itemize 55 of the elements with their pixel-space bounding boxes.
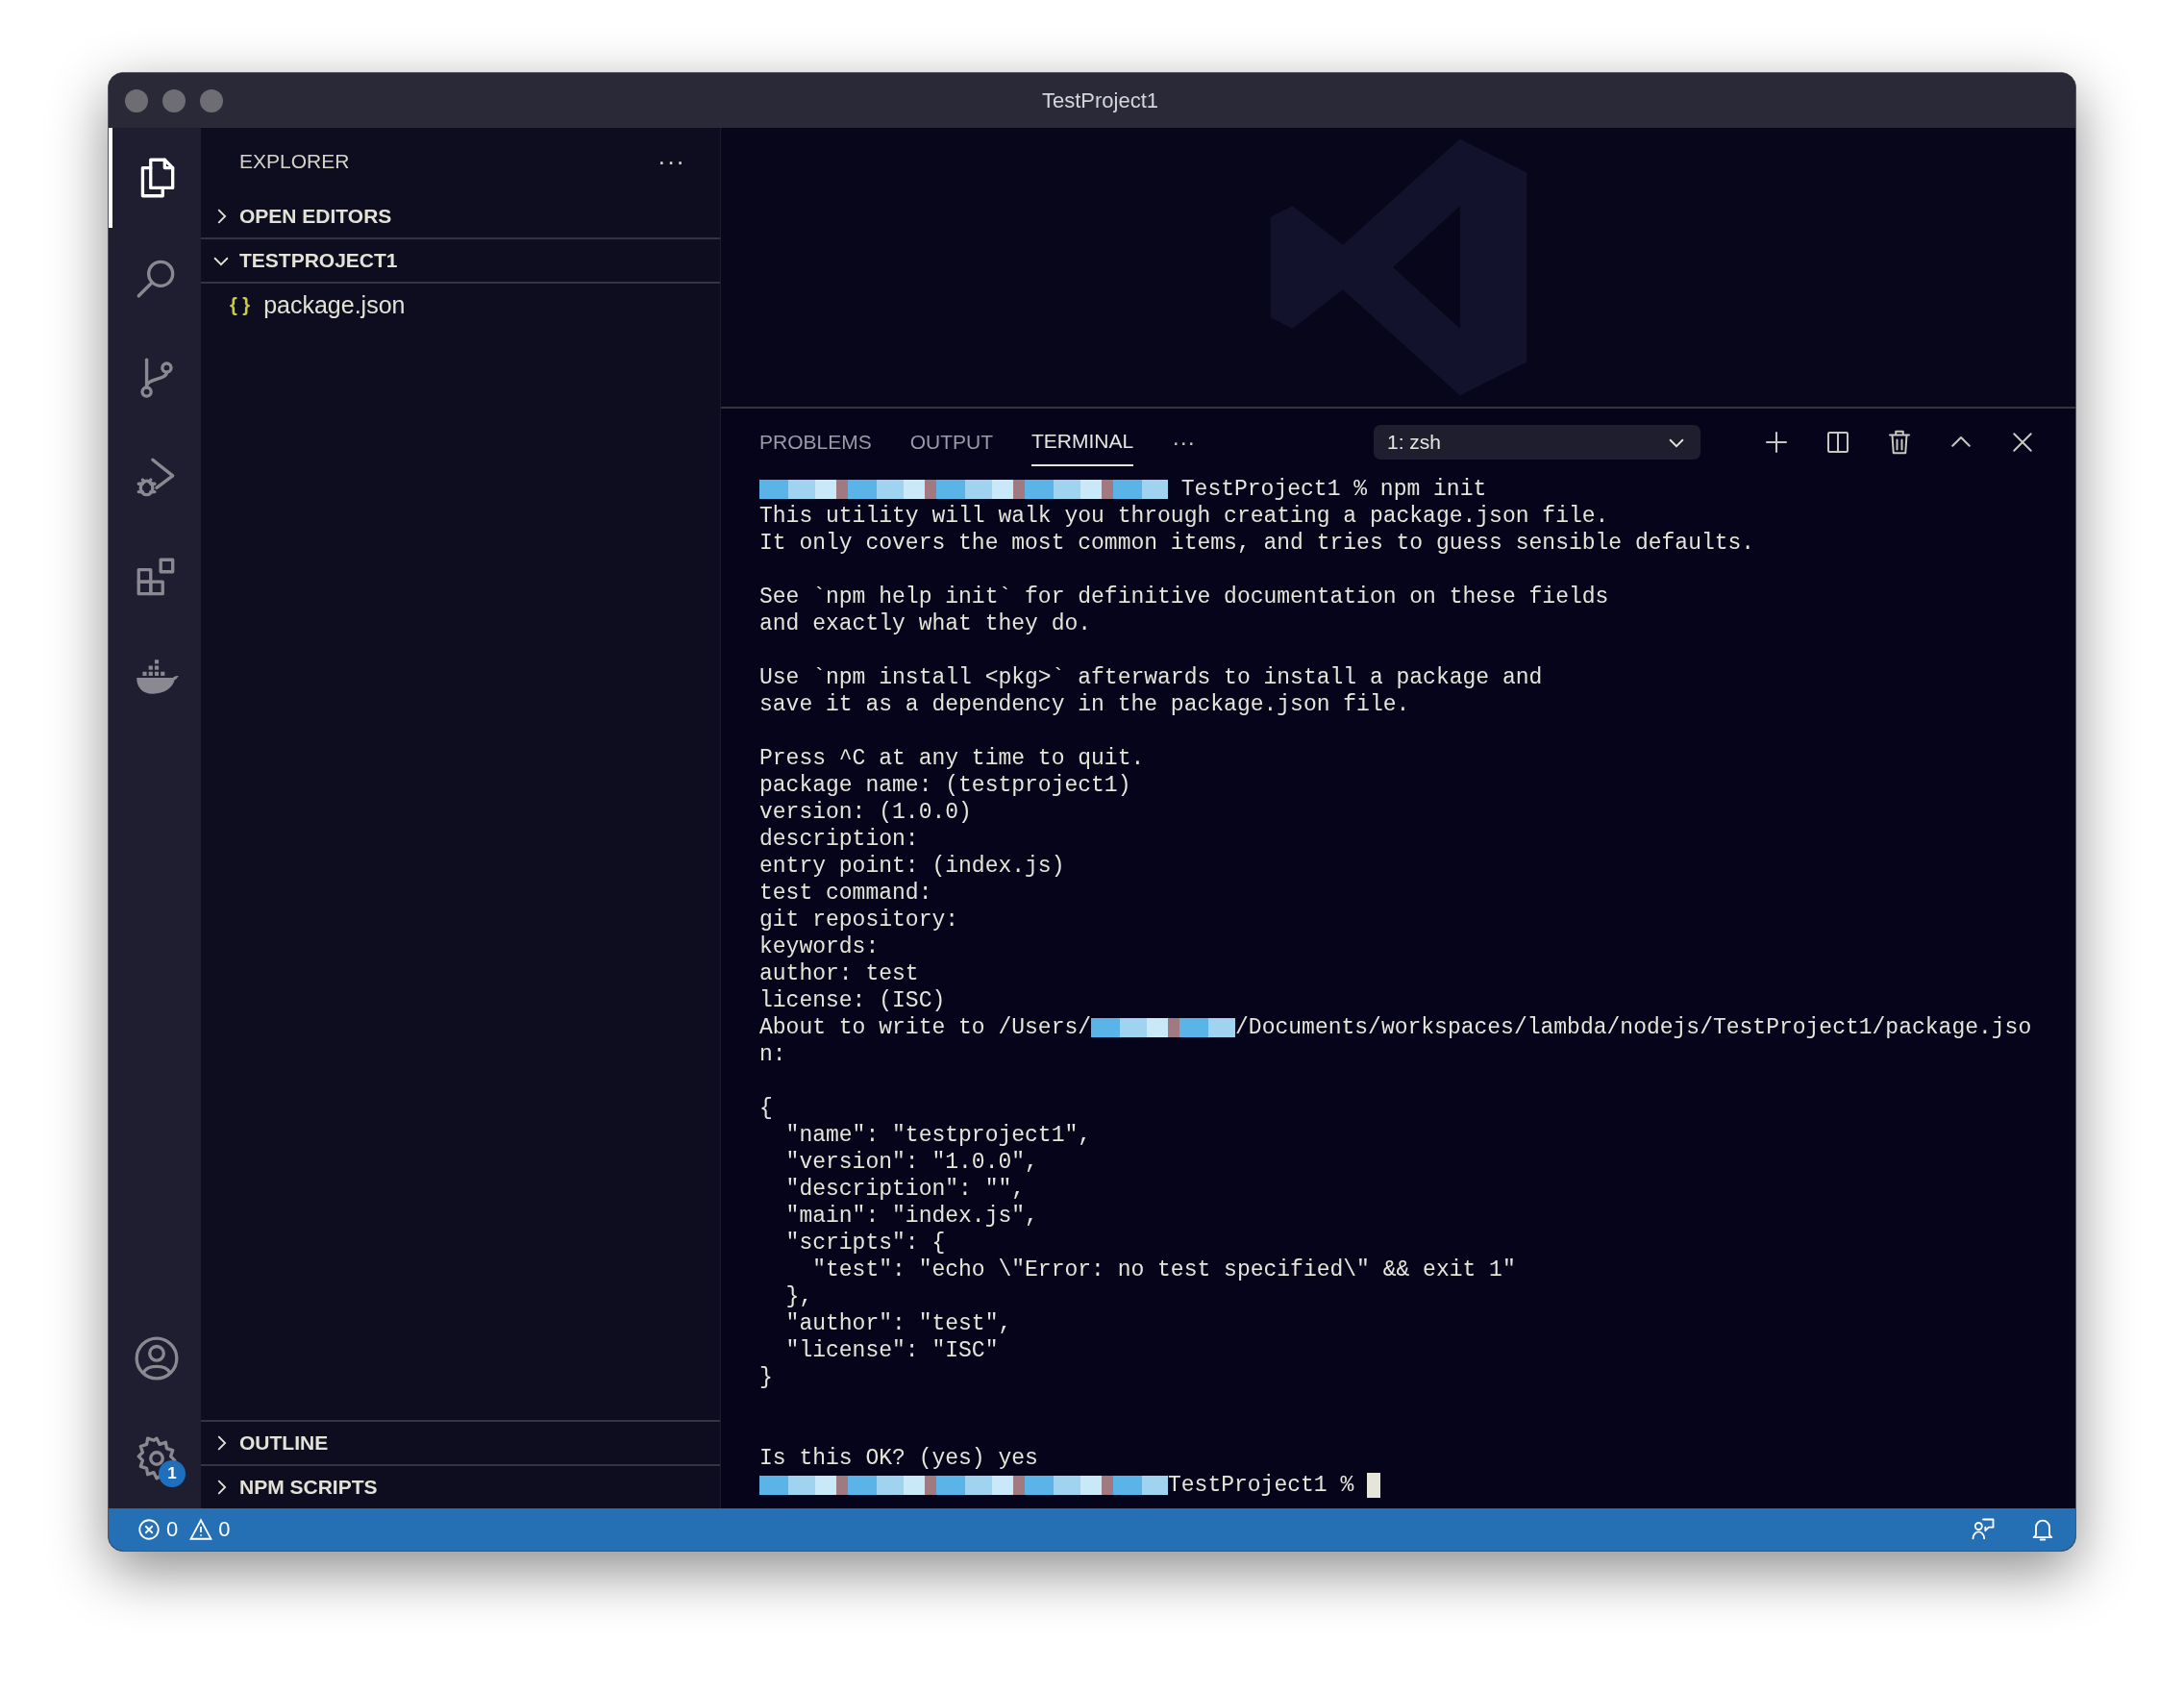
terminal-text: "version": "1.0.0", [784, 1149, 1038, 1176]
terminal-text: About to write to /Users/ [759, 1014, 1092, 1041]
terminal-text: Is this OK? (yes) yes [759, 1445, 1038, 1472]
terminal-cursor [1367, 1473, 1381, 1498]
terminal-text: "scripts": { [784, 1230, 946, 1257]
terminal-text: Use `npm install <pkg>` afterwards to install a package and [759, 664, 1543, 691]
terminal-text: and exactly what they do. [759, 610, 1092, 637]
section-header[interactable]: OUTLINE [201, 1420, 720, 1464]
terminal-text: See `npm help init` for definitive documentation on these fields [759, 584, 1609, 610]
terminal-text: keywords: [759, 933, 880, 960]
terminal-text: package name: (testproject1) [759, 772, 1131, 799]
file-item[interactable]: package.json [263, 290, 406, 319]
terminal-text: "author": "test", [784, 1310, 1012, 1337]
terminal-text: n: [759, 1041, 786, 1068]
terminal-dropdown[interactable]: 1: zsh [1374, 425, 1700, 460]
more-actions-button[interactable]: ··· [658, 146, 685, 177]
terminal-text: It only covers the most common items, and tries to guess sensible defaults. [759, 530, 1755, 557]
terminal-text: This utility will walk you through creating a package.json file. [759, 503, 1609, 530]
account-icon[interactable] [133, 1334, 181, 1382]
section-header[interactable]: TESTPROJECT1 [201, 239, 720, 284]
terminal-text: save it as a dependency in the package.json file. [759, 691, 1410, 718]
window-control-button[interactable] [125, 88, 148, 112]
section-header[interactable]: OPEN EDITORS [201, 195, 720, 239]
terminal-text: /Documents/workspaces/lambda/nodejs/TestProject1/package.jso [1235, 1014, 2032, 1041]
window-control-button[interactable] [200, 88, 223, 112]
window-title: TestProject1 [1040, 87, 1160, 113]
terminal-text: TestProject1 % npm init [1179, 476, 1487, 503]
terminal-text: "name": "testproject1", [784, 1122, 1092, 1149]
warning-icon [189, 1518, 213, 1541]
error-icon [137, 1518, 161, 1541]
terminal-text: git repository: [759, 907, 959, 933]
terminal-text: "main": "index.js", [784, 1203, 1038, 1230]
terminal-text: "license": "ISC" [784, 1337, 999, 1364]
terminal-text: license: (ISC) [759, 987, 946, 1014]
json-file-icon: { } [230, 293, 251, 316]
terminal-text: description: [759, 826, 919, 853]
terminal-text: test command: [759, 880, 932, 907]
terminal-text: version: (1.0.0) [759, 799, 972, 826]
problems-button[interactable]: 0 0 [137, 1517, 236, 1542]
panel-tab[interactable]: OUTPUT [909, 419, 994, 465]
terminal-text: "test": "echo \"Error: no test specified\" && exit 1" [811, 1257, 1516, 1283]
window-control-button[interactable] [162, 88, 186, 112]
panel-tab[interactable]: PROBLEMS [759, 419, 872, 465]
panel-tab[interactable]: TERMINAL [1031, 418, 1134, 466]
more-actions-button[interactable]: ··· [1172, 429, 1196, 456]
terminal-text: TestProject1 % [1168, 1472, 1355, 1499]
terminal-text: }, [784, 1283, 813, 1310]
terminal-text: author: test [759, 960, 919, 987]
terminal-text: entry point: (index.js) [759, 853, 1065, 880]
terminal-text: Press ^C at any time to quit. [759, 745, 1145, 772]
terminal-text: { [759, 1095, 773, 1122]
sidebar-title: EXPLORER [239, 150, 350, 173]
terminal-text: "description": "", [784, 1176, 1026, 1203]
terminal-text: } [759, 1364, 773, 1391]
notification-badge: 1 [159, 1460, 186, 1487]
